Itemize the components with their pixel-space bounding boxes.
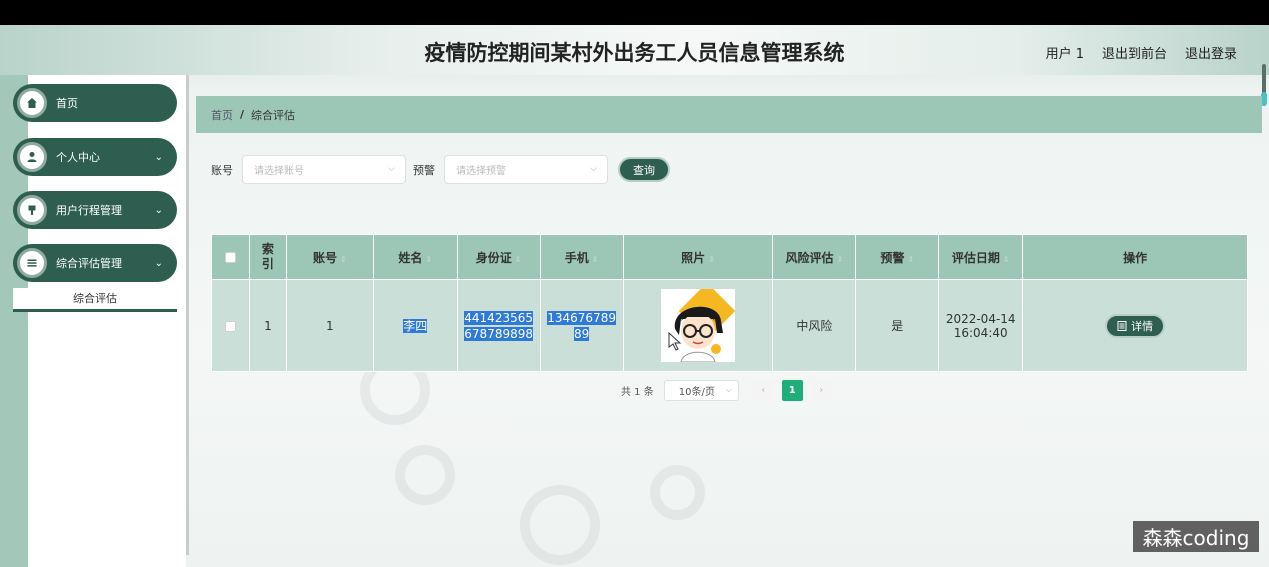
account-select[interactable]: 请选择账号 ⌵	[242, 155, 406, 184]
list-icon	[17, 248, 47, 278]
cell-phone: 134676789 89	[539, 279, 624, 372]
page-size-value: 10条/页	[678, 387, 715, 398]
breadcrumb: 首页 / 综合评估	[196, 96, 1262, 133]
cell-warning: 是	[855, 279, 940, 372]
sidebar-item-label: 综合评估管理	[56, 257, 122, 270]
logout-link[interactable]: 退出登录	[1185, 43, 1237, 62]
sidebar-item-label: 首页	[56, 97, 78, 110]
breadcrumb-separator: /	[240, 108, 245, 121]
warning-select[interactable]: 请选择预警 ⌵	[444, 155, 608, 184]
column-header-actions: 操作	[1022, 234, 1248, 280]
pin-icon	[17, 195, 47, 225]
prev-page-button[interactable]: ‹	[752, 380, 774, 401]
home-icon	[17, 88, 47, 118]
row-select-cell[interactable]	[211, 279, 250, 372]
page-number-1[interactable]: 1	[781, 380, 803, 401]
sort-icon[interactable]: ⇕	[425, 255, 432, 264]
page-scrollbar[interactable]	[1259, 62, 1267, 567]
cell-date: 2022-04-14 16:04:40	[938, 279, 1024, 372]
filter-bar: 账号 请选择账号 ⌵ 预警 请选择预警 ⌵ 查询	[211, 155, 670, 184]
cell-account: 1	[285, 279, 374, 372]
column-header-id-card[interactable]: 身份证 ⇕	[456, 234, 541, 280]
cell-name: 李四	[372, 279, 458, 372]
back-to-front-link[interactable]: 退出到前台	[1102, 43, 1167, 62]
chevron-down-icon: ⌵	[725, 385, 732, 394]
chevron-down-icon: ⌄	[154, 257, 163, 269]
user-photo[interactable]	[661, 289, 736, 362]
evaluation-table: 索引 账号 ⇕ 姓名 ⇕ 身份证 ⇕ 手机 ⇕ 照片 ⇕ 风险评估 ⇕ 预警 ⇕ 评估日期 ⇕ …	[211, 234, 1248, 372]
page-size-select[interactable]: 10条/页 ⌵	[663, 380, 739, 401]
total-count: 共 1 条	[621, 387, 654, 398]
breadcrumb-home-link[interactable]: 首页	[211, 107, 233, 123]
sidebar-divider	[186, 75, 189, 555]
phone-line-2: 89	[573, 326, 590, 341]
column-header-index: 索引	[248, 234, 287, 280]
breadcrumb-current: 综合评估	[251, 108, 296, 122]
sort-icon[interactable]: ⇕	[1003, 255, 1010, 264]
cell-actions: 详情	[1022, 279, 1248, 372]
name-text: 李四	[403, 318, 428, 333]
column-header-name[interactable]: 姓名 ⇕	[372, 234, 458, 280]
detail-button[interactable]: 详情	[1105, 313, 1166, 338]
sidebar-item-trip-management[interactable]: 用户行程管理 ⌄	[13, 191, 177, 229]
sidebar-item-personal-center[interactable]: 个人中心 ⌄	[13, 138, 177, 176]
table-header-row: 索引 账号 ⇕ 姓名 ⇕ 身份证 ⇕ 手机 ⇕ 照片 ⇕ 风险评估 ⇕ 预警 ⇕ 评估日期 ⇕ …	[211, 234, 1248, 280]
sort-icon[interactable]: ⇕	[592, 255, 599, 264]
pagination: 共 1 条 10条/页 ⌵ ‹ 1 ›	[621, 380, 832, 401]
column-header-risk[interactable]: 风险评估 ⇕	[772, 234, 857, 280]
sidebar-item-home[interactable]: 首页	[13, 84, 177, 122]
column-header-date[interactable]: 评估日期 ⇕	[938, 234, 1024, 280]
time-text: 16:04:40	[953, 325, 1008, 340]
document-icon	[1117, 320, 1127, 331]
sidebar-item-evaluation-management[interactable]: 综合评估管理 ⌄	[13, 244, 177, 282]
row-checkbox[interactable]	[224, 320, 236, 332]
warning-select-placeholder: 请选择预警	[456, 166, 506, 177]
table-row[interactable]: 1 1 李四 441423565 678789898 134676789 89	[211, 279, 1248, 372]
cell-photo	[622, 279, 774, 372]
sidebar-item-label: 用户行程管理	[56, 204, 122, 217]
column-header-phone[interactable]: 手机 ⇕	[539, 234, 624, 280]
sort-icon[interactable]: ⇕	[340, 255, 347, 264]
column-header-photo[interactable]: 照片 ⇕	[622, 234, 774, 280]
id-card-line-1: 441423565	[464, 310, 533, 325]
sort-icon[interactable]: ⇕	[708, 255, 715, 264]
user-icon	[17, 142, 47, 172]
chevron-down-icon: ⌄	[154, 151, 163, 163]
column-header-warning[interactable]: 预警 ⇕	[855, 234, 940, 280]
chevron-down-icon: ⌵	[388, 164, 395, 174]
sort-icon[interactable]: ⇕	[515, 255, 522, 264]
next-page-button[interactable]: ›	[810, 380, 832, 401]
column-header-account[interactable]: 账号 ⇕	[285, 234, 374, 280]
select-all-checkbox[interactable]	[224, 252, 236, 263]
watermark: 森森coding	[1133, 521, 1259, 552]
sidebar-item-label: 个人中心	[56, 151, 100, 164]
id-card-line-2: 678789898	[464, 326, 533, 341]
date-text: 2022-04-14	[945, 311, 1016, 326]
select-all-cell[interactable]	[211, 234, 250, 280]
phone-line-1: 134676789	[547, 310, 616, 325]
sort-icon[interactable]: ⇕	[837, 255, 844, 264]
user-name-link[interactable]: 用户 1	[1046, 43, 1084, 62]
account-filter-label: 账号	[211, 163, 233, 177]
account-select-placeholder: 请选择账号	[254, 166, 304, 177]
cell-index: 1	[248, 279, 287, 372]
cell-id-card: 441423565 678789898	[456, 279, 541, 372]
sort-icon[interactable]: ⇕	[907, 255, 914, 264]
detail-button-label: 详情	[1131, 319, 1154, 333]
chevron-down-icon: ⌵	[590, 164, 597, 174]
top-black-strip	[0, 0, 1269, 25]
chevron-down-icon: ⌄	[154, 204, 163, 216]
cell-risk: 中风险	[772, 279, 857, 372]
warning-filter-label: 预警	[413, 163, 435, 177]
query-button[interactable]: 查询	[618, 157, 670, 182]
header-bar: 疫情防控期间某村外出务工人员信息管理系统 用户 1 退出到前台 退出登录	[0, 25, 1269, 75]
sidebar-subitem-evaluation[interactable]: 综合评估	[13, 288, 177, 312]
